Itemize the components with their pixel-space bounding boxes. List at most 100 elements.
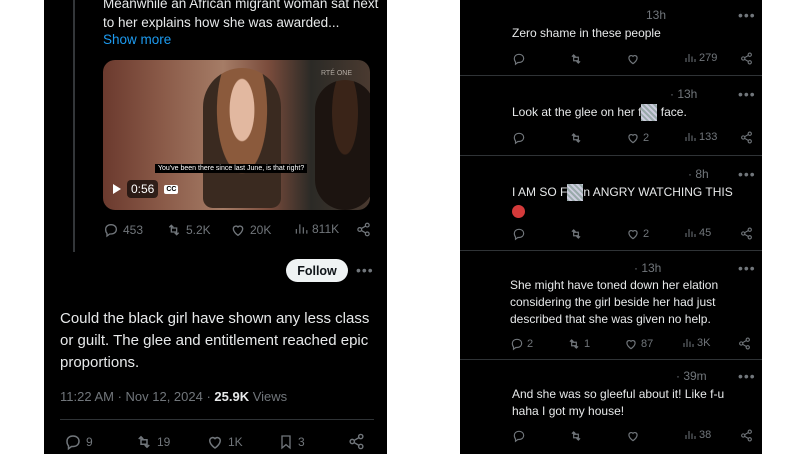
views-button[interactable]: 3K — [682, 337, 710, 349]
video-duration: 0:56 — [127, 180, 159, 198]
like-button[interactable]: 20K — [230, 222, 271, 238]
reply-icon — [104, 223, 118, 238]
divider — [60, 419, 374, 420]
divider — [460, 155, 762, 156]
reply-icon — [513, 53, 525, 66]
repost-icon — [138, 435, 150, 449]
reply-time: · 39m — [676, 369, 707, 383]
reply-text: And she was so gleeful about it! Like f-… — [512, 387, 725, 418]
tweet-views-count: 25.9K — [214, 389, 250, 404]
views-icon — [683, 339, 694, 347]
angry-emoji-icon — [512, 203, 525, 221]
main-share-button[interactable] — [348, 433, 365, 450]
repost-icon — [571, 229, 581, 239]
tweet-text: Could the black girl have shown any less… — [60, 310, 370, 371]
main-reply-button[interactable]: 9 — [64, 433, 93, 451]
views-button[interactable]: 279 — [684, 52, 717, 64]
thread-line — [73, 0, 75, 252]
like-count: 2 — [643, 228, 650, 240]
bookmark-button[interactable]: 3 — [278, 433, 305, 451]
more-options-icon[interactable]: ••• — [356, 262, 374, 278]
share-icon — [357, 222, 370, 237]
show-more-link[interactable]: Show more — [103, 32, 171, 47]
divider — [460, 359, 762, 360]
reply-button[interactable]: 453 — [103, 222, 143, 238]
bookmark-count: 3 — [298, 435, 305, 449]
heart-icon — [208, 436, 222, 449]
heart-icon — [232, 225, 244, 237]
share-button[interactable] — [740, 131, 753, 144]
video-subject — [203, 68, 281, 208]
views-count: 38 — [699, 429, 712, 441]
reply-count: 2 — [527, 338, 534, 350]
repost-button[interactable]: 1 — [567, 337, 590, 351]
more-options-icon[interactable]: ••• — [738, 86, 756, 102]
reply-icon — [513, 430, 525, 443]
repost-button[interactable] — [569, 131, 583, 145]
repost-button[interactable] — [569, 227, 583, 241]
reply-button[interactable] — [512, 227, 526, 241]
tweet-timestamp: 11:22 AM · Nov 12, 2024 · 25.9K Views — [60, 389, 287, 404]
reply-icon — [513, 132, 525, 145]
heart-icon — [628, 432, 638, 442]
share-button[interactable] — [740, 429, 753, 442]
more-options-icon[interactable]: ••• — [738, 260, 756, 276]
views-count: 279 — [699, 52, 718, 64]
captions-icon[interactable]: CC — [164, 184, 179, 194]
share-icon — [741, 131, 752, 144]
views-button[interactable]: 38 — [684, 429, 711, 441]
share-icon — [741, 52, 752, 65]
censored-word: ing — [567, 184, 584, 201]
views-icon — [685, 229, 696, 237]
heart-icon — [628, 230, 638, 240]
like-button[interactable] — [626, 52, 640, 66]
video-watermark: RTÉ ONE — [321, 70, 352, 77]
reply-text: Look at the glee on her fing face. — [512, 104, 752, 121]
reply-button[interactable] — [512, 52, 526, 66]
main-like-button[interactable]: 1K — [206, 433, 243, 451]
reply-text-start: I AM SO F — [512, 185, 568, 199]
more-options-icon[interactable]: ••• — [738, 166, 756, 182]
views-button[interactable]: 133 — [684, 131, 717, 143]
more-options-icon[interactable]: ••• — [738, 7, 756, 23]
reply-button[interactable] — [512, 131, 526, 145]
main-reply-count: 9 — [86, 435, 93, 449]
divider — [460, 75, 762, 76]
reply-text: She might have toned down her elation co… — [510, 278, 719, 326]
reply-count: 453 — [123, 223, 144, 237]
share-icon — [741, 227, 752, 240]
main-repost-count: 19 — [157, 435, 171, 449]
repost-icon — [571, 133, 581, 143]
reply-time: · 8h — [688, 167, 709, 181]
share-button[interactable] — [740, 227, 753, 240]
follow-button[interactable]: Follow — [286, 259, 348, 282]
like-button[interactable]: 87 — [624, 337, 653, 351]
like-button[interactable] — [626, 429, 640, 443]
share-button[interactable] — [740, 52, 753, 65]
reply-time: 13h — [646, 8, 667, 22]
views-button[interactable]: 811K — [294, 222, 339, 236]
repost-button[interactable] — [569, 429, 583, 443]
play-icon[interactable] — [113, 184, 121, 194]
like-button[interactable]: 2 — [626, 131, 649, 145]
like-button[interactable]: 2 — [626, 227, 649, 241]
views-icon — [295, 224, 308, 234]
tweet-time: 11:22 AM · Nov 12, 2024 · — [60, 389, 215, 404]
reply-text: I AM SO Fingn ANGRY WATCHING THIS — [512, 184, 752, 201]
views-button[interactable]: 45 — [684, 227, 711, 239]
views-count: 45 — [699, 227, 712, 239]
more-options-icon[interactable]: ••• — [738, 368, 756, 384]
reply-text-start: Look at the glee on her f — [512, 105, 642, 119]
main-like-count: 1K — [228, 435, 243, 449]
reply-icon — [511, 338, 523, 351]
main-repost-button[interactable]: 19 — [135, 433, 170, 451]
censored-word: ing — [641, 104, 658, 121]
share-button[interactable] — [356, 222, 371, 237]
repost-button[interactable] — [569, 52, 583, 66]
repost-count: 1 — [584, 338, 591, 350]
reply-button[interactable] — [512, 429, 526, 443]
video-player[interactable]: RTÉ ONE You've been there since last Jun… — [103, 60, 370, 210]
share-button[interactable] — [738, 337, 751, 350]
repost-button[interactable]: 5.2K — [166, 222, 211, 238]
reply-button[interactable]: 2 — [510, 337, 533, 351]
